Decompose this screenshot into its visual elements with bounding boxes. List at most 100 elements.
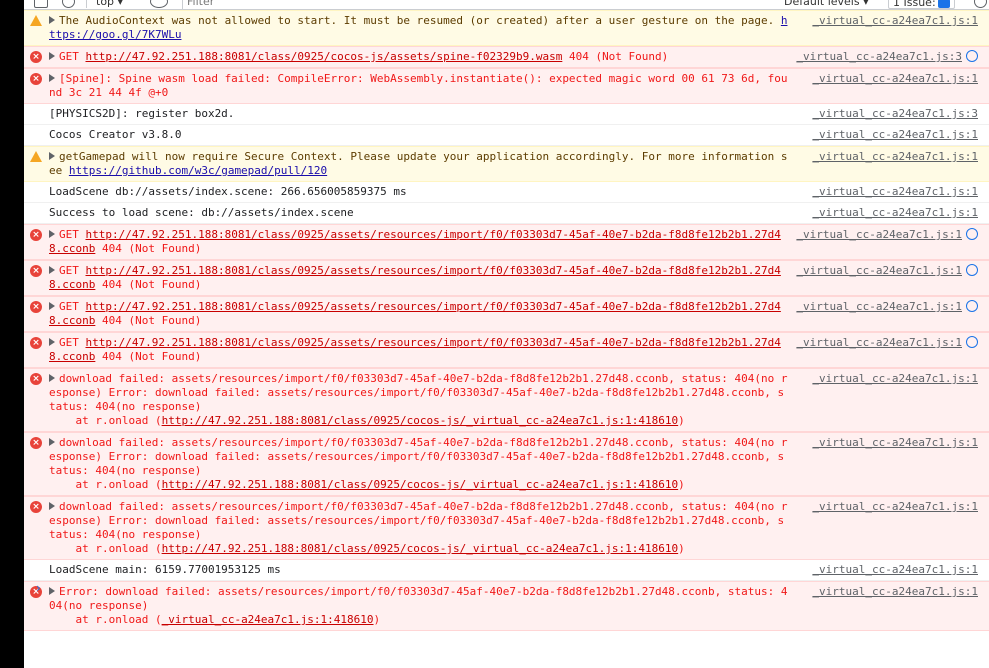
console-toolbar: top ▾ Filter Default levels ▾ 1 Issue:: [24, 0, 989, 10]
message-link[interactable]: https://github.com/w3c/gamepad/pull/120: [69, 164, 327, 177]
expand-triangle-icon[interactable]: [49, 338, 55, 346]
console-message-info[interactable]: LoadScene db://assets/index.scene: 266.6…: [24, 182, 989, 203]
log-levels-dropdown[interactable]: Default levels ▾: [784, 0, 869, 9]
source-link-label: _virtual_cc-a24ea7c1.js:1: [796, 336, 962, 349]
console-message-error[interactable]: × GET http://47.92.251.188:8081/class/092…: [24, 260, 989, 296]
settings-gear-icon[interactable]: [974, 0, 987, 8]
message-link[interactable]: http://47.92.251.188:8081/class/0925/coc…: [162, 542, 679, 555]
expand-triangle-icon[interactable]: [49, 438, 55, 446]
issues-button[interactable]: 1 Issue:: [888, 0, 955, 9]
message-fragment: ): [678, 478, 685, 491]
expand-triangle-icon[interactable]: [49, 52, 55, 60]
message-fragment: Cocos Creator v3.8.0: [49, 128, 182, 141]
expand-triangle-icon[interactable]: [49, 16, 55, 24]
network-request-icon[interactable]: [966, 336, 978, 348]
message-fragment: [PHYSICS2D]: register box2d.: [49, 107, 235, 120]
source-link[interactable]: _virtual_cc-a24ea7c1.js:1: [796, 300, 978, 314]
message-fragment: Error: download failed: assets/resources…: [49, 585, 788, 626]
message-text: GET http://47.92.251.188:8081/class/0925…: [49, 228, 788, 256]
source-link[interactable]: _virtual_cc-a24ea7c1.js:1: [812, 150, 978, 164]
message-fragment: GET: [59, 228, 86, 241]
network-request-icon[interactable]: [966, 264, 978, 276]
source-link[interactable]: _virtual_cc-a24ea7c1.js:1: [812, 500, 978, 514]
message-fragment: ): [678, 414, 685, 427]
console-message-info[interactable]: Success to load scene: db://assets/index…: [24, 203, 989, 224]
context-selector[interactable]: top ▾: [96, 0, 123, 9]
expand-triangle-icon[interactable]: [49, 152, 55, 160]
network-request-icon[interactable]: [966, 50, 978, 62]
message-text: download failed: assets/resources/import…: [49, 500, 788, 556]
message-link[interactable]: http://47.92.251.188:8081/class/0925/coc…: [162, 414, 679, 427]
message-text: GET http://47.92.251.188:8081/class/0925…: [49, 300, 788, 328]
error-icon: ×: [30, 501, 42, 513]
console-message-error[interactable]: × download failed: assets/resources/impor…: [24, 496, 989, 560]
source-link[interactable]: _virtual_cc-a24ea7c1.js:1: [796, 336, 978, 350]
message-text: LoadScene main: 6159.77001953125 ms: [49, 563, 788, 577]
source-link[interactable]: _virtual_cc-a24ea7c1.js:1: [812, 436, 978, 450]
source-link[interactable]: _virtual_cc-a24ea7c1.js:1: [812, 206, 978, 220]
source-link-label: _virtual_cc-a24ea7c1.js:3: [796, 50, 962, 63]
message-fragment: 404 (Not Found): [562, 50, 669, 63]
source-link[interactable]: _virtual_cc-a24ea7c1.js:1: [812, 14, 978, 28]
context-selector-label: top: [96, 0, 115, 8]
filter-input[interactable]: Filter: [182, 0, 782, 9]
source-link[interactable]: _virtual_cc-a24ea7c1.js:1: [812, 128, 978, 142]
clear-console-icon[interactable]: [62, 0, 75, 8]
message-link[interactable]: _virtual_cc-a24ea7c1.js:1:418610: [162, 613, 374, 626]
source-link[interactable]: _virtual_cc-a24ea7c1.js:3: [796, 50, 978, 64]
message-fragment: 404 (Not Found): [95, 314, 202, 327]
message-fragment: [Spine]: Spine wasm load failed: Compile…: [49, 72, 788, 99]
source-link-label: _virtual_cc-a24ea7c1.js:1: [796, 300, 962, 313]
source-link-label: _virtual_cc-a24ea7c1.js:1: [812, 128, 978, 141]
source-link[interactable]: _virtual_cc-a24ea7c1.js:3: [812, 107, 978, 121]
console-message-error[interactable]: × download failed: assets/resources/impor…: [24, 368, 989, 432]
console-message-error[interactable]: × [Spine]: Spine wasm load failed: Compil…: [24, 68, 989, 104]
console-message-error[interactable]: × GET http://47.92.251.188:8081/class/092…: [24, 224, 989, 260]
expand-triangle-icon[interactable]: [49, 74, 55, 82]
error-icon: ×: [30, 73, 42, 85]
console-message-warning[interactable]: getGamepad will now require Secure Conte…: [24, 146, 989, 182]
source-link[interactable]: _virtual_cc-a24ea7c1.js:1: [812, 185, 978, 199]
console-messages: The AudioContext was not allowed to star…: [24, 10, 989, 631]
source-link[interactable]: _virtual_cc-a24ea7c1.js:1: [796, 264, 978, 278]
message-link[interactable]: http://47.92.251.188:8081/class/0925/coc…: [162, 478, 679, 491]
source-link-label: _virtual_cc-a24ea7c1.js:1: [812, 500, 978, 513]
expand-triangle-icon[interactable]: [49, 302, 55, 310]
network-request-icon[interactable]: [966, 300, 978, 312]
error-icon: ×: [30, 51, 42, 63]
source-link-label: _virtual_cc-a24ea7c1.js:1: [812, 150, 978, 163]
network-request-icon[interactable]: [966, 228, 978, 240]
expand-triangle-icon[interactable]: [49, 266, 55, 274]
console-message-warning[interactable]: The AudioContext was not allowed to star…: [24, 10, 989, 46]
console-message-info[interactable]: [PHYSICS2D]: register box2d. _virtual_cc-…: [24, 104, 989, 125]
error-icon: ×: [30, 337, 42, 349]
console-message-info[interactable]: LoadScene main: 6159.77001953125 ms _virt…: [24, 560, 989, 581]
console-message-error[interactable]: × GET http://47.92.251.188:8081/class/092…: [24, 46, 989, 68]
source-link[interactable]: _virtual_cc-a24ea7c1.js:1: [796, 228, 978, 242]
source-link-label: _virtual_cc-a24ea7c1.js:1: [812, 436, 978, 449]
console-message-error[interactable]: × GET http://47.92.251.188:8081/class/092…: [24, 332, 989, 368]
expand-triangle-icon[interactable]: [49, 374, 55, 382]
message-fragment: ): [678, 542, 685, 555]
console-prompt[interactable]: ›: [36, 581, 41, 595]
source-link[interactable]: _virtual_cc-a24ea7c1.js:1: [812, 72, 978, 86]
source-link-label: _virtual_cc-a24ea7c1.js:1: [812, 585, 978, 598]
console-message-info[interactable]: Cocos Creator v3.8.0 _virtual_cc-a24ea7c1…: [24, 125, 989, 146]
expand-triangle-icon[interactable]: [49, 230, 55, 238]
source-link-label: _virtual_cc-a24ea7c1.js:1: [796, 228, 962, 241]
console-message-error[interactable]: × GET http://47.92.251.188:8081/class/092…: [24, 296, 989, 332]
expand-triangle-icon[interactable]: [49, 587, 55, 595]
expand-triangle-icon[interactable]: [49, 502, 55, 510]
source-link[interactable]: _virtual_cc-a24ea7c1.js:1: [812, 585, 978, 599]
console-message-error[interactable]: × Error: download failed: assets/resource…: [24, 581, 989, 631]
console-message-error[interactable]: × download failed: assets/resources/impor…: [24, 432, 989, 496]
source-link[interactable]: _virtual_cc-a24ea7c1.js:1: [812, 563, 978, 577]
message-text: LoadScene db://assets/index.scene: 266.6…: [49, 185, 788, 199]
message-text: [Spine]: Spine wasm load failed: Compile…: [49, 72, 788, 100]
message-link[interactable]: http://47.92.251.188:8081/class/0925/coc…: [86, 50, 563, 63]
live-expression-eye-icon[interactable]: [150, 0, 168, 8]
message-text: GET http://47.92.251.188:8081/class/0925…: [49, 264, 788, 292]
message-text: getGamepad will now require Secure Conte…: [49, 150, 788, 178]
source-link[interactable]: _virtual_cc-a24ea7c1.js:1: [812, 372, 978, 386]
sidebar-toggle-icon[interactable]: [34, 0, 48, 8]
